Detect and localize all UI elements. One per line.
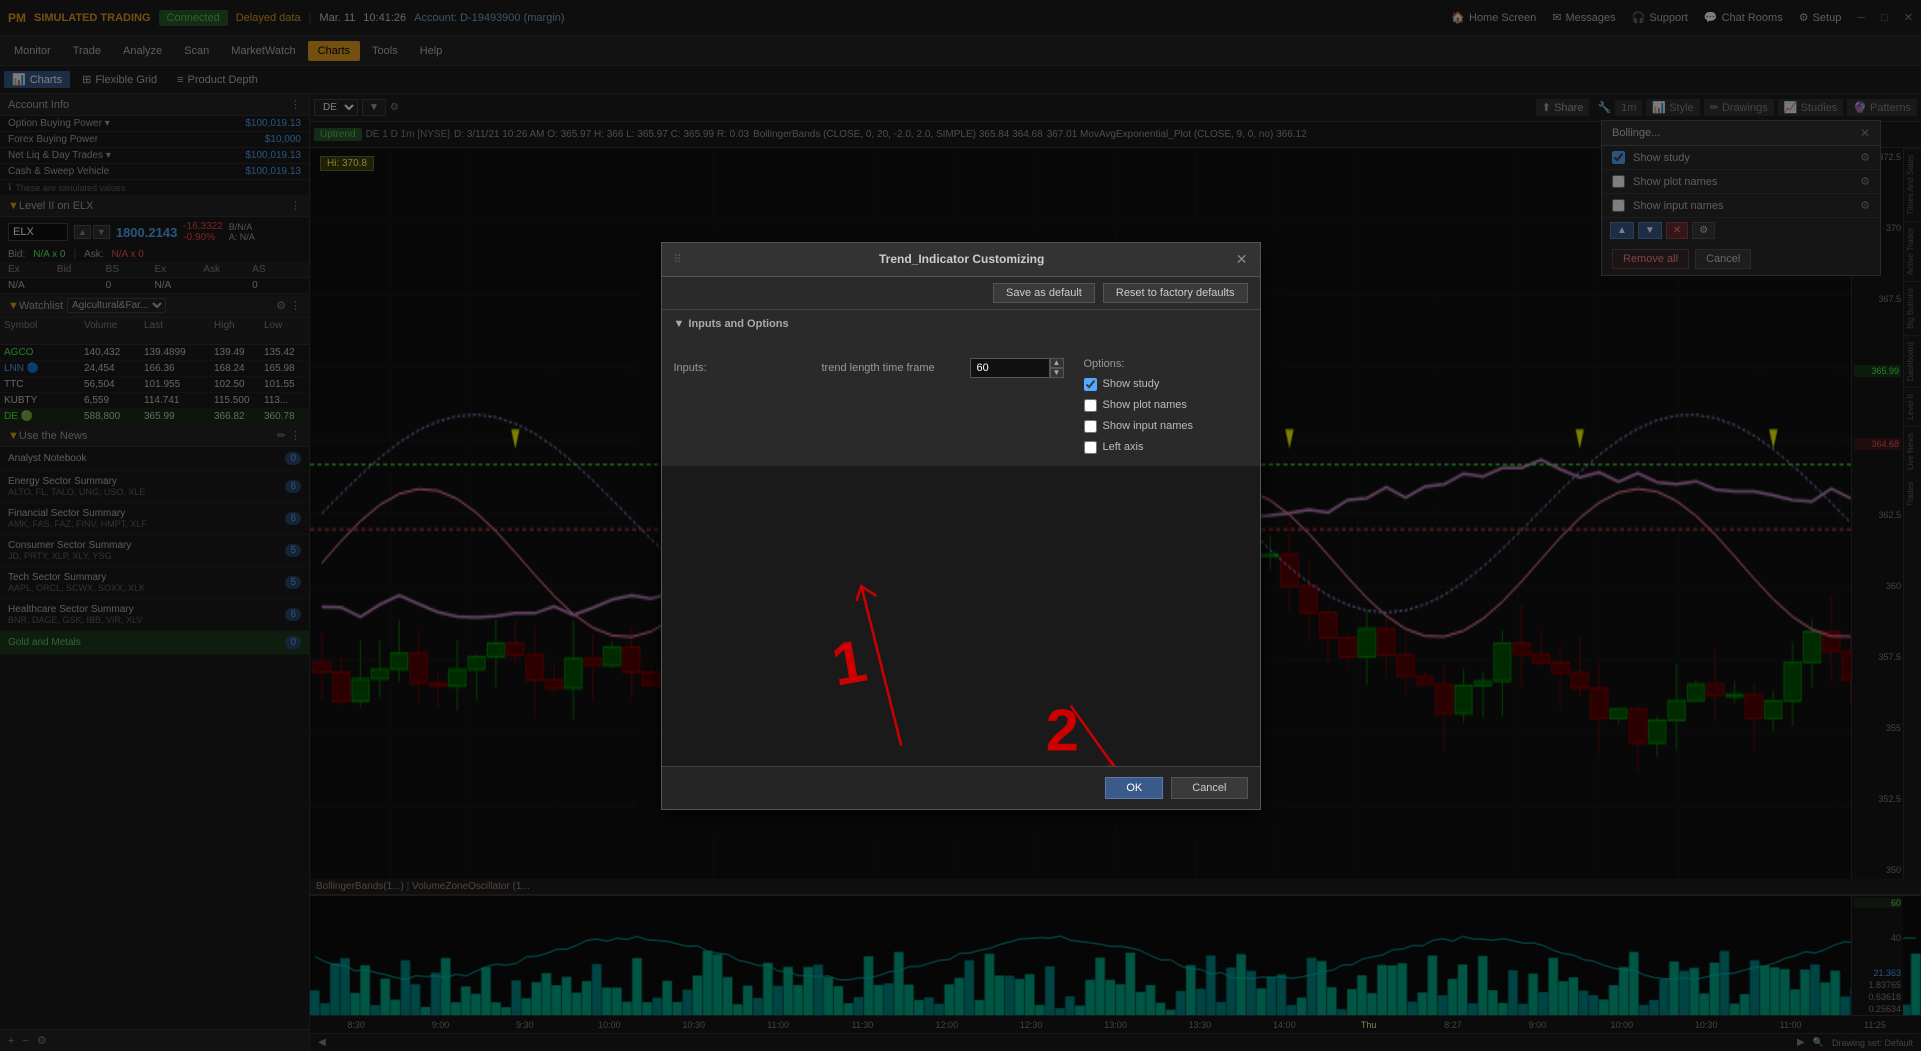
opt-left-axis: Left axis [1084,441,1248,454]
spin-down-btn[interactable]: ▼ [1050,368,1064,378]
spinner-btns: ▲ ▼ [1050,358,1064,378]
show-study-checkbox[interactable] [1084,378,1097,391]
ok-btn[interactable]: OK [1105,777,1163,799]
show-plot-names-checkbox[interactable] [1084,399,1097,412]
options-list: Show study Show plot names Show input na… [1084,378,1248,454]
spin-up-btn[interactable]: ▲ [1050,358,1064,368]
modal-inputs: Inputs: trend length time frame ▲ ▼ [674,358,1064,454]
left-axis-checkbox[interactable] [1084,441,1097,454]
modal-close-btn[interactable]: ✕ [1236,251,1248,268]
trend-indicator-modal: ⠿ Trend_Indicator Customizing ✕ Save as … [661,242,1261,810]
modal-section-header: ▼ Inputs and Options [662,310,1260,346]
opt-show-study: Show study [1084,378,1248,391]
opt-show-input-names: Show input names [1084,420,1248,433]
trend-length-input[interactable] [970,358,1050,378]
modal-title-bar: ⠿ Trend_Indicator Customizing ✕ [662,243,1260,277]
modal-body: Inputs: trend length time frame ▲ ▼ Opti… [662,346,1260,466]
modal-overlay[interactable]: ⠿ Trend_Indicator Customizing ✕ Save as … [0,0,1921,1051]
reset-default-btn[interactable]: Reset to factory defaults [1103,283,1248,303]
svg-text:1: 1 [827,626,871,698]
spinner-group: ▲ ▼ [970,358,1064,378]
svg-text:2: 2 [1045,696,1078,763]
show-input-names-checkbox[interactable] [1084,420,1097,433]
opt-show-plot-names: Show plot names [1084,399,1248,412]
modal-footer: OK Cancel [662,766,1260,809]
save-default-btn[interactable]: Save as default [993,283,1095,303]
modal-options: Options: Show study Show plot names Show… [1084,358,1248,454]
section-toggle[interactable]: ▼ Inputs and Options [674,318,1248,330]
cancel-btn[interactable]: Cancel [1171,777,1247,799]
collapse-icon: ▼ [674,318,685,330]
modal-drag-handle: ⠿ [674,253,682,266]
modal-draw-area: 1 2 [662,466,1260,766]
input-row-trend: Inputs: trend length time frame ▲ ▼ [674,358,1064,378]
modal-save-bar: Save as default Reset to factory default… [662,277,1260,310]
annotation-svg: 1 2 [662,466,1260,766]
